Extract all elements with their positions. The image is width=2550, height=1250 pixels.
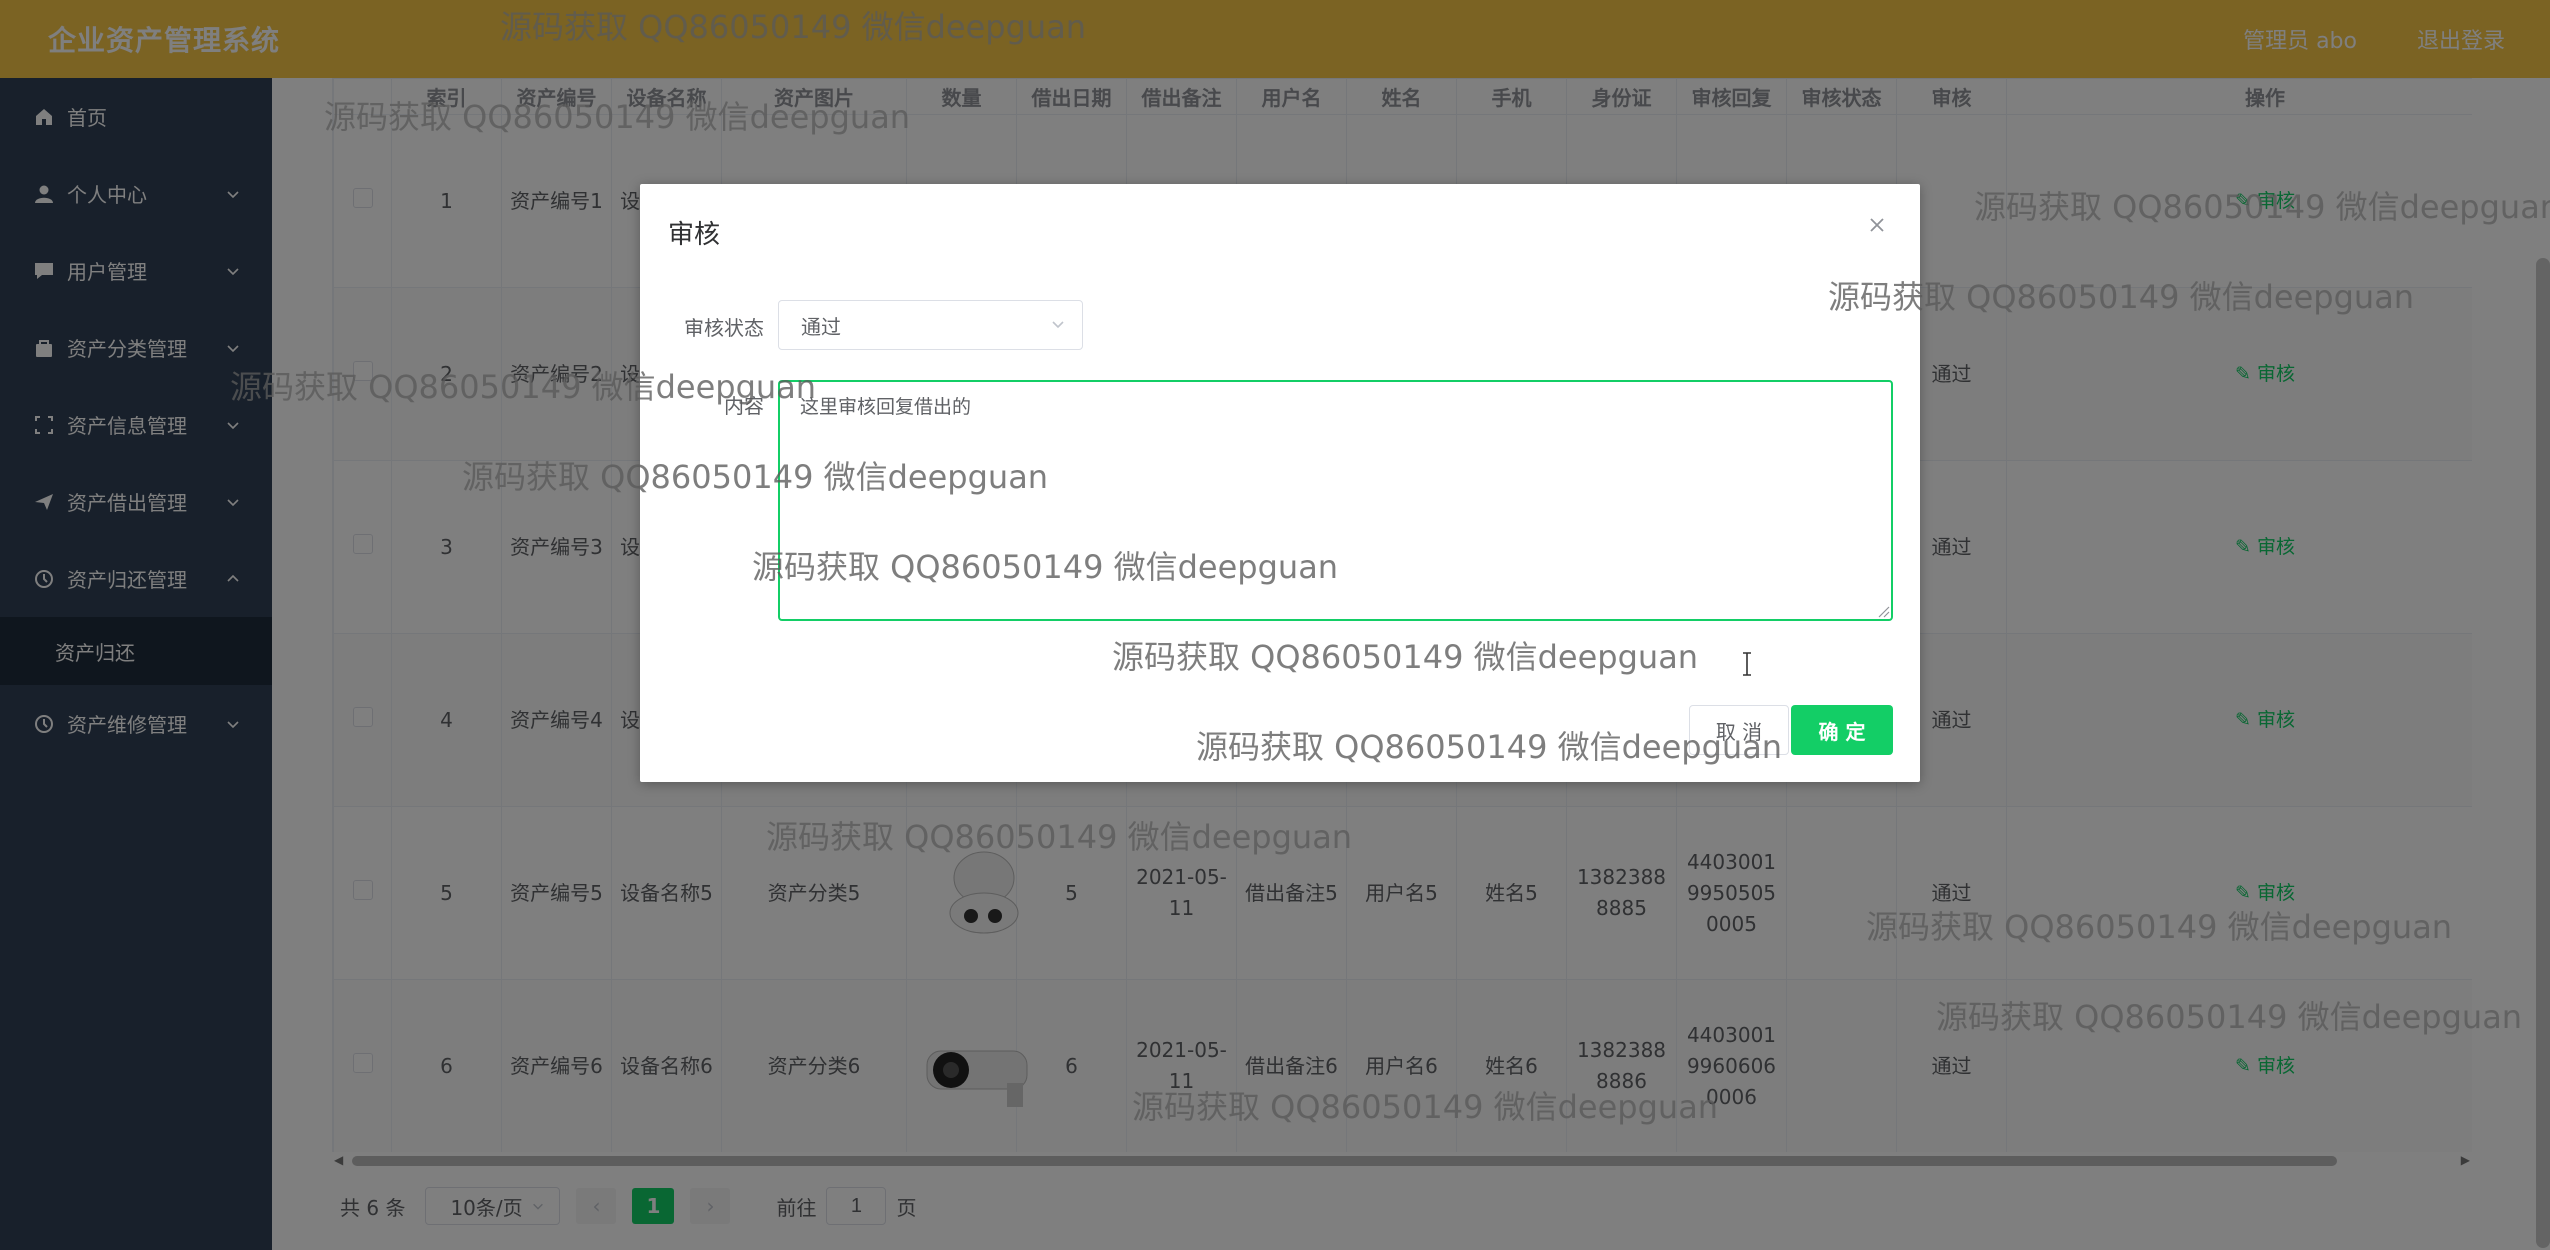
text-cursor-icon (1743, 652, 1751, 676)
resize-handle-icon[interactable] (1876, 604, 1890, 618)
confirm-button[interactable]: 确 定 (1791, 705, 1893, 755)
dialog-title: 审核 (668, 220, 721, 250)
audit-status-value: 通过 (801, 314, 841, 339)
close-icon[interactable] (1862, 210, 1892, 240)
audit-dialog: 审核 审核状态 通过 内容 这里审核回复借出的 取 消 确 定 (640, 184, 1920, 782)
content-textarea[interactable]: 这里审核回复借出的 (778, 380, 1893, 621)
audit-status-select[interactable]: 通过 (778, 300, 1083, 350)
cancel-button[interactable]: 取 消 (1689, 705, 1789, 755)
content-label: 内容 (724, 394, 764, 418)
chevron-down-icon (1050, 313, 1066, 337)
audit-status-label: 审核状态 (684, 316, 764, 340)
